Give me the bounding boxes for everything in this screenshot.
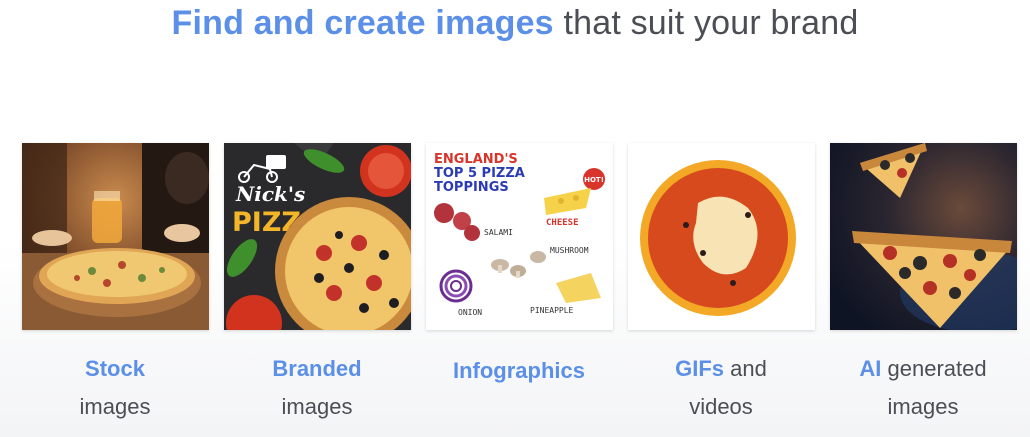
infographic-image-card[interactable]: ENGLAND'S TOP 5 PIZZA TOPPINGS HOT! CHEE… [426, 143, 613, 330]
branded-image-card[interactable]: Nick's PIZZA [224, 143, 411, 330]
caption-gifs-rest: and [724, 356, 767, 381]
gif-pizza [628, 143, 815, 330]
caption-ai: AI generated images [823, 350, 1023, 426]
caption-infographics: Infographics [419, 352, 619, 390]
info-title-line3: TOPPINGS [434, 180, 509, 195]
caption-gifs-bold: GIFs [675, 356, 725, 381]
caption-ai-line2: images [887, 394, 959, 419]
caption-infographics-bold: Infographics [452, 358, 585, 383]
info-title-line2: TOP 5 PIZZA [434, 166, 525, 181]
topping-cheese: CHEESE [546, 218, 579, 228]
caption-branded-bold: Branded [272, 356, 362, 381]
headline: Find and create images that suit your br… [0, 4, 1030, 43]
caption-branded-rest: images [281, 394, 353, 419]
hot-badge-text: HOT! [584, 176, 604, 184]
caption-gifs: GIFs and videos [621, 350, 821, 426]
caption-gifs-line2: videos [689, 394, 753, 419]
headline-rest: that suit your brand [563, 4, 859, 42]
caption-branded: Branded images [217, 350, 417, 426]
brand-logo-line1: Nick's [235, 182, 305, 206]
topping-mushroom: MUSHROOM [550, 246, 589, 255]
caption-ai-bold: AI [859, 356, 882, 381]
caption-stock-rest: images [79, 394, 151, 419]
topping-onion: ONION [458, 308, 482, 317]
stock-pizza-photo [22, 143, 209, 330]
info-title-line1: ENGLAND'S [434, 152, 518, 167]
ai-image-card[interactable] [830, 143, 1017, 330]
topping-salami: SALAMI [484, 228, 513, 237]
caption-stock: Stock images [15, 350, 215, 426]
gif-image-card[interactable] [628, 143, 815, 330]
caption-stock-bold: Stock [85, 356, 145, 381]
topping-pineapple: PINEAPPLE [530, 306, 574, 315]
caption-ai-rest: generated [881, 356, 987, 381]
ai-pizza-space [830, 143, 1017, 330]
stock-image-card[interactable] [22, 143, 209, 330]
headline-highlight: Find and create images [171, 4, 554, 42]
